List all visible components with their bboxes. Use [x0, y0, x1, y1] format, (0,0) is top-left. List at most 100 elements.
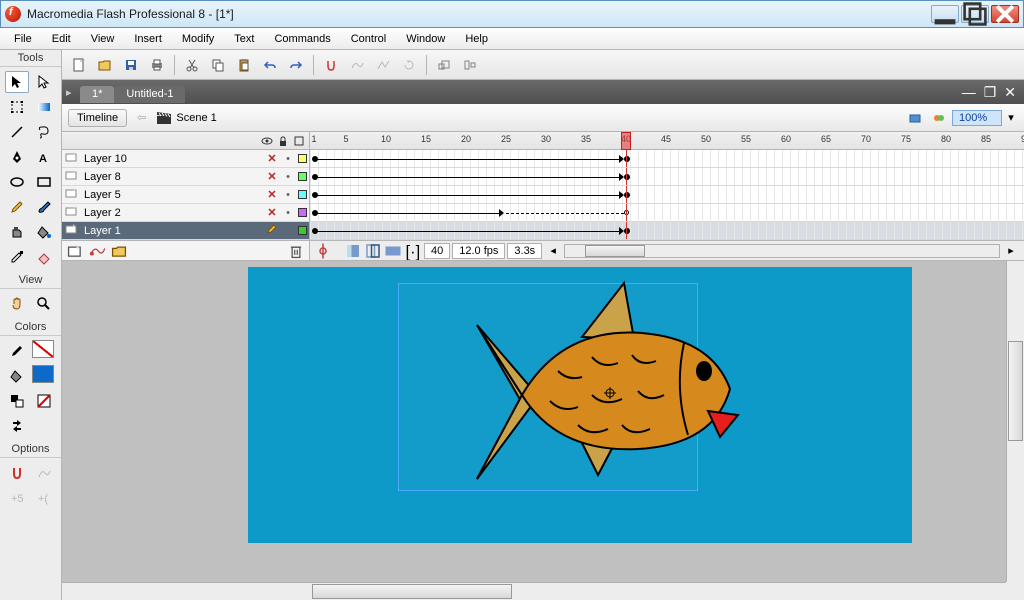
snap-to-objects-button[interactable] — [320, 54, 342, 76]
paste-button[interactable] — [233, 54, 255, 76]
snap-option[interactable] — [5, 462, 29, 484]
doc-close-button[interactable]: ✕ — [1000, 84, 1020, 101]
lock-icon[interactable] — [277, 135, 289, 147]
subselection-tool[interactable] — [32, 71, 56, 93]
rotate-button[interactable] — [398, 54, 420, 76]
layer-row[interactable]: Layer 1• — [62, 222, 309, 240]
layer-outline-swatch[interactable] — [295, 154, 309, 163]
zoom-dropdown-icon[interactable]: ▾ — [1004, 111, 1018, 124]
option-4[interactable]: +( — [32, 487, 56, 509]
menu-edit[interactable]: Edit — [42, 31, 81, 47]
straighten-option[interactable]: +5 — [5, 487, 29, 509]
undo-button[interactable] — [259, 54, 281, 76]
layer-lock-indicator[interactable]: ✕ — [263, 206, 281, 219]
cut-button[interactable] — [181, 54, 203, 76]
copy-button[interactable] — [207, 54, 229, 76]
pencil-tool[interactable] — [5, 196, 29, 218]
layer-dot[interactable]: • — [281, 189, 295, 201]
selection-tool[interactable] — [5, 71, 29, 93]
fish-drawing[interactable] — [382, 277, 742, 497]
scene-breadcrumb[interactable]: Scene 1 — [156, 111, 216, 125]
new-layer-button[interactable] — [66, 243, 84, 259]
menu-text[interactable]: Text — [224, 31, 264, 47]
timeline-track[interactable] — [310, 150, 1024, 168]
text-tool[interactable]: A — [32, 146, 56, 168]
onion-skin-button[interactable] — [344, 243, 362, 259]
fill-color-swatch[interactable] — [32, 365, 54, 383]
outline-icon[interactable] — [293, 135, 305, 147]
zoom-field[interactable]: 100% — [952, 110, 1002, 126]
scrollbar-thumb[interactable] — [312, 584, 512, 599]
maximize-button[interactable] — [961, 5, 989, 23]
lasso-tool[interactable] — [32, 121, 56, 143]
align-button[interactable] — [459, 54, 481, 76]
frame-ruler[interactable]: 151015202530354045505560657075808590 — [310, 132, 1024, 150]
straighten-button[interactable] — [372, 54, 394, 76]
layer-row[interactable]: Layer 8✕• — [62, 168, 309, 186]
no-color-button[interactable] — [32, 390, 56, 412]
playhead[interactable] — [621, 132, 631, 150]
eyedropper-tool[interactable] — [5, 246, 29, 268]
delete-layer-button[interactable] — [287, 243, 305, 259]
oval-tool[interactable] — [5, 171, 29, 193]
new-button[interactable] — [68, 54, 90, 76]
smooth-button[interactable] — [346, 54, 368, 76]
modify-onion-markers-button[interactable]: [·] — [404, 243, 422, 259]
stroke-color-swatch[interactable] — [32, 340, 54, 358]
menu-commands[interactable]: Commands — [264, 31, 340, 47]
tab-arrow-icon[interactable]: ▸ — [66, 86, 80, 99]
new-motion-guide-button[interactable] — [88, 243, 106, 259]
scrollbar-thumb[interactable] — [1008, 341, 1023, 441]
rectangle-tool[interactable] — [32, 171, 56, 193]
tab-untitled[interactable]: Untitled-1 — [114, 86, 185, 103]
timeline-hscroll[interactable] — [564, 244, 1000, 258]
edit-symbols-button[interactable] — [928, 107, 950, 129]
menu-modify[interactable]: Modify — [172, 31, 224, 47]
stage-hscroll[interactable] — [62, 582, 1006, 600]
edit-multiple-frames-button[interactable] — [384, 243, 402, 259]
timeline-track[interactable] — [310, 168, 1024, 186]
layer-row[interactable]: Layer 10✕• — [62, 150, 309, 168]
menu-insert[interactable]: Insert — [124, 31, 172, 47]
new-folder-button[interactable] — [110, 243, 128, 259]
swap-colors-button[interactable] — [5, 415, 29, 437]
menu-control[interactable]: Control — [341, 31, 396, 47]
layer-dot[interactable]: • — [281, 153, 295, 165]
scroll-left-button[interactable]: ◂ — [544, 243, 562, 259]
edit-scene-button[interactable] — [904, 107, 926, 129]
line-tool[interactable] — [5, 121, 29, 143]
smooth-option[interactable] — [32, 462, 56, 484]
brush-tool[interactable] — [32, 196, 56, 218]
tab-1[interactable]: 1* — [80, 86, 114, 103]
black-white-button[interactable] — [5, 390, 29, 412]
eye-icon[interactable] — [261, 135, 273, 147]
menu-help[interactable]: Help — [455, 31, 498, 47]
scrollbar-thumb[interactable] — [585, 245, 645, 257]
pen-tool[interactable] — [5, 146, 29, 168]
close-button[interactable] — [991, 5, 1019, 23]
tracks[interactable] — [310, 150, 1024, 240]
timeline-toggle-button[interactable]: Timeline — [68, 109, 127, 127]
open-button[interactable] — [94, 54, 116, 76]
ink-bottle-tool[interactable] — [5, 221, 29, 243]
layer-row[interactable]: Layer 2✕• — [62, 204, 309, 222]
layer-outline-swatch[interactable] — [295, 190, 309, 199]
menu-window[interactable]: Window — [396, 31, 455, 47]
minimize-button[interactable] — [931, 5, 959, 23]
print-button[interactable] — [146, 54, 168, 76]
layer-outline-swatch[interactable] — [295, 208, 309, 217]
layer-lock-indicator[interactable]: ✕ — [263, 152, 281, 165]
menu-file[interactable]: File — [4, 31, 42, 47]
scroll-right-button[interactable]: ▸ — [1002, 243, 1020, 259]
layer-row[interactable]: Layer 5✕• — [62, 186, 309, 204]
layer-outline-swatch[interactable] — [295, 226, 309, 235]
layer-dot[interactable]: • — [281, 207, 295, 219]
doc-restore-button[interactable]: ❐ — [980, 84, 1001, 101]
layer-dot[interactable]: • — [281, 225, 295, 237]
layer-outline-swatch[interactable] — [295, 172, 309, 181]
center-frame-button[interactable] — [314, 243, 332, 259]
gradient-transform-tool[interactable] — [32, 96, 56, 118]
timeline-track[interactable] — [310, 186, 1024, 204]
layer-dot[interactable]: • — [281, 171, 295, 183]
free-transform-tool[interactable] — [5, 96, 29, 118]
